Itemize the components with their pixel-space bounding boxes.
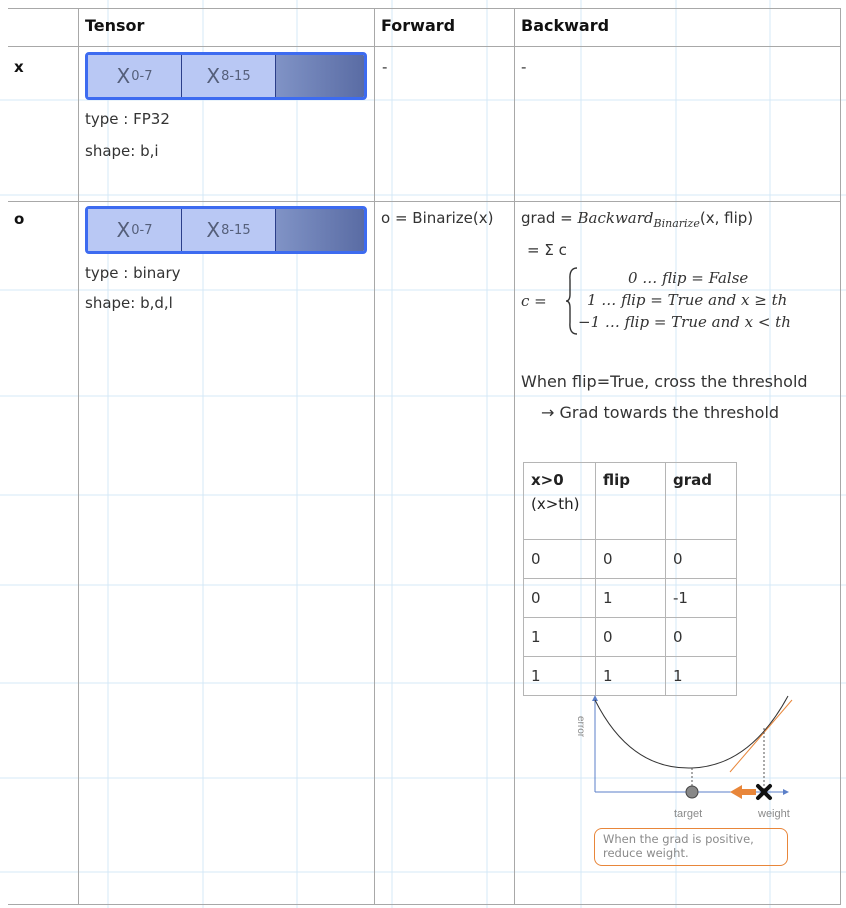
backward-text-x: - <box>521 58 527 76</box>
row-label-o: o <box>14 210 25 228</box>
c-label: c = <box>521 292 547 310</box>
table-cell: 0 <box>665 617 737 657</box>
tensor-segment: X 8-15 <box>182 209 276 251</box>
case-line: −1 … flip = True and x < th <box>578 313 791 331</box>
table-cell: 0 <box>523 578 596 618</box>
target-point <box>685 785 699 799</box>
table-cell: 0 <box>595 617 666 657</box>
tensor-segment-rest <box>276 55 364 97</box>
tensor-segment: X 0-7 <box>88 209 182 251</box>
forward-text-x: - <box>382 58 388 76</box>
table-header: grad <box>665 462 737 540</box>
forward-text-o: o = Binarize(x) <box>381 209 494 227</box>
error-curve <box>594 695 789 769</box>
table-header: flip <box>595 462 666 540</box>
row-label-x: x <box>14 58 24 76</box>
case-line: 1 … flip = True and x ≥ th <box>587 291 788 309</box>
table-cell: 1 <box>523 617 596 657</box>
explain-line: When flip=True, cross the threshold <box>521 372 808 391</box>
table-header-row: x>0 (x>th) flip grad <box>523 462 737 540</box>
tensor-bar-x: X 0-7 X 8-15 <box>85 52 367 100</box>
table-cell: 0 <box>595 539 666 579</box>
table-row: 1 0 0 <box>523 617 737 657</box>
table-cell: 0 <box>523 539 596 579</box>
error-axis-label: error <box>575 716 586 738</box>
weight-label: weight <box>757 808 790 820</box>
table-cell: 1 <box>595 578 666 618</box>
table-row: 0 0 0 <box>523 539 737 579</box>
header-backward: Backward <box>521 16 610 35</box>
brace-icon <box>565 267 578 335</box>
tangent-line <box>729 699 793 773</box>
grad-formula: grad = BackwardBinarize(x, flip) <box>521 209 754 230</box>
truth-table: x>0 (x>th) flip grad 0 0 0 0 1 -1 1 0 0 1… <box>523 462 737 696</box>
tensor-segment: X 8-15 <box>182 55 276 97</box>
header-tensor: Tensor <box>85 16 145 35</box>
reduce-arrow-icon <box>730 785 756 799</box>
gradient-note: When the grad is positive, reduce weight… <box>594 828 788 866</box>
table-cell: 0 <box>665 539 737 579</box>
sum-line: = Σ c <box>527 241 567 259</box>
case-line: 0 … flip = False <box>628 269 749 287</box>
tensor-type: type : binary <box>85 264 181 282</box>
tensor-type: type : FP32 <box>85 110 170 128</box>
tensor-bar-o: X 0-7 X 8-15 <box>85 206 367 254</box>
tensor-shape: shape: b,i <box>85 142 159 160</box>
explain-line: → Grad towards the threshold <box>541 403 780 422</box>
tensor-segment-rest <box>276 209 364 251</box>
header-forward: Forward <box>381 16 456 35</box>
error-curve-diagram: error target weight <box>575 695 793 820</box>
table-row: 0 1 -1 <box>523 578 737 618</box>
tensor-segment: X 0-7 <box>88 55 182 97</box>
table-cell: -1 <box>665 578 737 618</box>
tensor-shape: shape: b,d,l <box>85 294 173 312</box>
target-label: target <box>674 808 702 820</box>
table-header: x>0 (x>th) <box>523 462 596 540</box>
